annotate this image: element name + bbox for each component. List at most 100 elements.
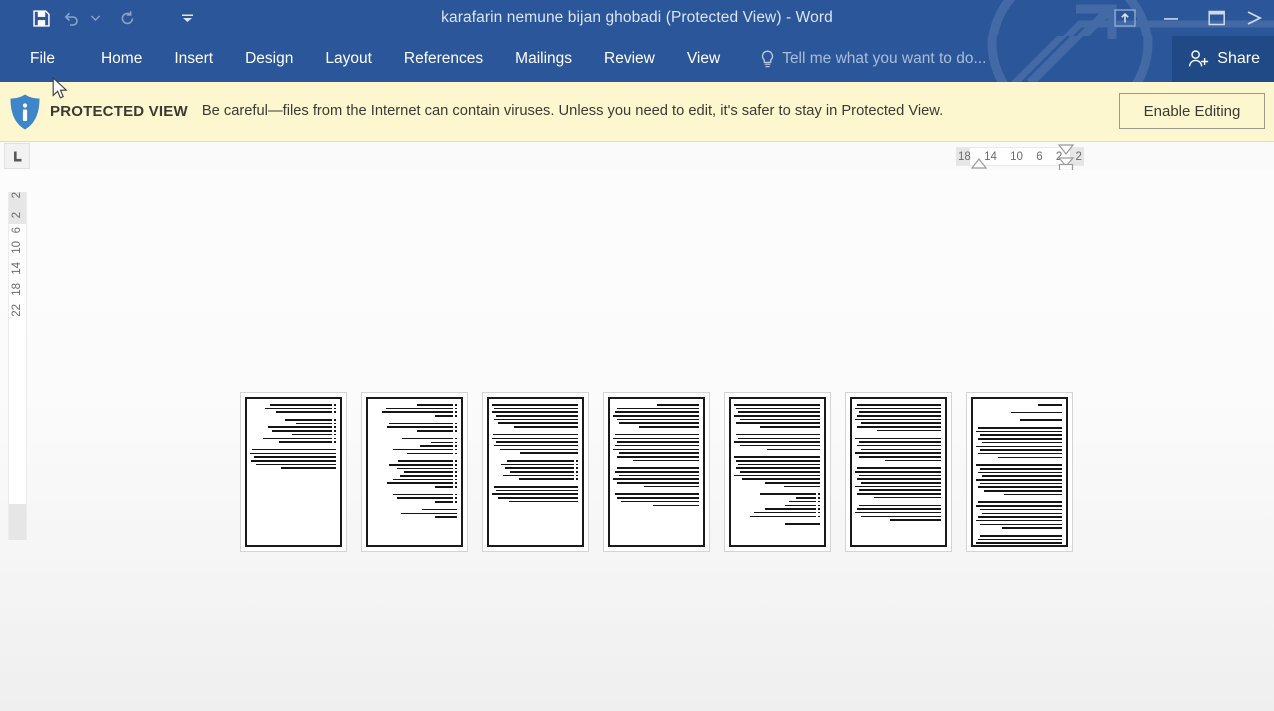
text-line xyxy=(1004,493,1062,496)
bullet-line xyxy=(372,463,457,466)
hanging-indent-marker[interactable] xyxy=(970,158,988,170)
text-line xyxy=(435,516,457,518)
vertical-ruler[interactable]: 2 2 6 10 14 18 22 xyxy=(0,170,32,711)
text-line xyxy=(621,500,699,503)
restore-icon xyxy=(1208,10,1225,26)
text-line xyxy=(855,471,941,473)
text-line xyxy=(890,519,941,521)
bullet-line xyxy=(735,508,820,510)
tab-review[interactable]: Review xyxy=(604,45,655,73)
tab-view[interactable]: View xyxy=(687,45,720,73)
text-line xyxy=(859,441,941,443)
text-line xyxy=(389,422,454,425)
text-line xyxy=(982,512,1062,515)
page-thumbnail-strip[interactable] xyxy=(240,392,1073,552)
text-line xyxy=(404,471,454,473)
text-line xyxy=(734,415,820,417)
paragraph-block xyxy=(372,508,457,520)
text-line xyxy=(857,478,941,480)
document-canvas[interactable]: 2 2 6 10 14 18 22 xyxy=(0,170,1274,711)
text-line xyxy=(857,404,941,406)
page-text-content xyxy=(250,404,336,475)
text-line xyxy=(861,515,941,518)
bullet-dot xyxy=(334,433,336,436)
bullet-line xyxy=(372,501,457,503)
bullet-dot xyxy=(455,422,457,425)
tab-file[interactable]: File xyxy=(30,45,55,73)
tab-references[interactable]: References xyxy=(404,45,483,73)
text-line xyxy=(496,415,578,417)
bullet-line xyxy=(372,407,457,410)
tab-insert[interactable]: Insert xyxy=(174,45,213,73)
info-shield-icon xyxy=(10,94,40,129)
page-thumbnail[interactable] xyxy=(603,392,710,552)
minimize-button[interactable] xyxy=(1148,0,1194,36)
text-line xyxy=(976,479,1062,481)
window-controls[interactable] xyxy=(1102,0,1274,36)
page-thumbnail[interactable] xyxy=(361,392,468,552)
text-line xyxy=(514,426,578,428)
text-line xyxy=(978,538,1062,541)
text-line xyxy=(784,485,820,488)
bullet-dot xyxy=(455,430,457,432)
customize-quick-access-button[interactable] xyxy=(178,3,196,33)
first-line-indent-marker[interactable] xyxy=(1057,144,1075,156)
ruler-row: 18 14 10 6 2 2 xyxy=(0,142,1274,171)
share-button[interactable]: Share xyxy=(1172,36,1274,82)
undo-icon xyxy=(64,12,78,26)
text-line xyxy=(407,452,454,455)
undo-button[interactable] xyxy=(56,3,86,33)
text-line xyxy=(754,511,817,514)
text-line xyxy=(498,497,578,499)
vruler-num-3: 10 xyxy=(11,241,23,255)
tab-stop-selector-button[interactable] xyxy=(4,143,30,169)
text-line xyxy=(617,455,699,458)
page-thumbnail[interactable] xyxy=(845,392,952,552)
tab-home[interactable]: Home xyxy=(101,45,142,73)
bullet-dot xyxy=(455,471,457,473)
tab-layout[interactable]: Layout xyxy=(325,45,372,73)
bullet-line xyxy=(251,426,336,429)
page-text-content xyxy=(734,404,820,531)
page-thumbnail[interactable] xyxy=(724,392,831,552)
text-line xyxy=(263,437,333,440)
vruler-num-6: 22 xyxy=(11,303,23,317)
bullet-dot xyxy=(334,422,336,425)
enable-editing-button[interactable]: Enable Editing xyxy=(1119,93,1265,129)
bullet-line xyxy=(372,486,457,488)
undo-dropdown-button[interactable] xyxy=(86,3,104,33)
vruler-num-0: 2 xyxy=(11,192,23,199)
page-thumbnail[interactable] xyxy=(482,392,589,552)
restore-button[interactable] xyxy=(1194,0,1240,36)
ribbon-display-options-button[interactable] xyxy=(1102,0,1148,36)
tab-design[interactable]: Design xyxy=(245,45,293,73)
paragraph-block xyxy=(492,404,578,430)
bullet-dot xyxy=(818,504,820,507)
page-thumbnail[interactable] xyxy=(966,392,1073,552)
text-line xyxy=(617,467,699,469)
quick-access-toolbar[interactable] xyxy=(0,3,196,33)
text-line xyxy=(431,441,454,444)
text-line xyxy=(740,418,820,421)
bullet-dot xyxy=(455,441,457,444)
tell-me-search[interactable]: Tell me what you want to do... xyxy=(760,50,986,69)
ribbon-tabs[interactable]: File Home Insert Design Layout Reference… xyxy=(0,45,736,73)
text-line xyxy=(978,452,1062,455)
tab-mailings[interactable]: Mailings xyxy=(515,45,572,73)
page-thumbnail[interactable] xyxy=(240,392,347,552)
text-line xyxy=(980,534,1062,537)
redo-button[interactable] xyxy=(112,3,142,33)
bullet-dot xyxy=(818,511,820,514)
paragraph-block xyxy=(976,427,1062,460)
paragraph-block xyxy=(735,523,820,527)
bullet-dot xyxy=(455,445,457,447)
text-line xyxy=(254,456,336,458)
chevron-down-icon xyxy=(90,15,100,21)
close-button[interactable] xyxy=(1240,0,1274,36)
left-indent-marker[interactable] xyxy=(1057,157,1075,171)
text-line xyxy=(619,422,699,425)
text-line xyxy=(857,415,941,417)
text-line xyxy=(736,459,820,462)
text-line xyxy=(493,433,578,436)
save-button[interactable] xyxy=(26,3,56,33)
